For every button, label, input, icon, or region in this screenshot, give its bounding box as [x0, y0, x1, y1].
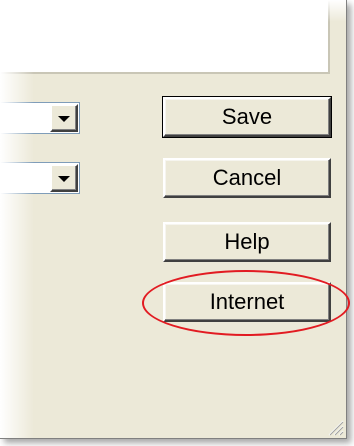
resize-grip-icon[interactable]: [326, 418, 344, 436]
list-box[interactable]: [0, 0, 330, 74]
combo-box-2-dropdown-button[interactable]: [50, 164, 78, 192]
save-button[interactable]: Save: [162, 96, 332, 138]
dialog-window: Save Cancel Help Internet: [0, 0, 347, 439]
help-button[interactable]: Help: [163, 222, 331, 262]
internet-button[interactable]: Internet: [163, 282, 331, 322]
combo-box-2[interactable]: [0, 162, 80, 194]
chevron-down-icon: [58, 176, 70, 182]
combo-box-1-dropdown-button[interactable]: [50, 104, 78, 132]
combo-box-1[interactable]: [0, 102, 80, 134]
chevron-down-icon: [58, 116, 70, 122]
cancel-button[interactable]: Cancel: [163, 158, 331, 198]
